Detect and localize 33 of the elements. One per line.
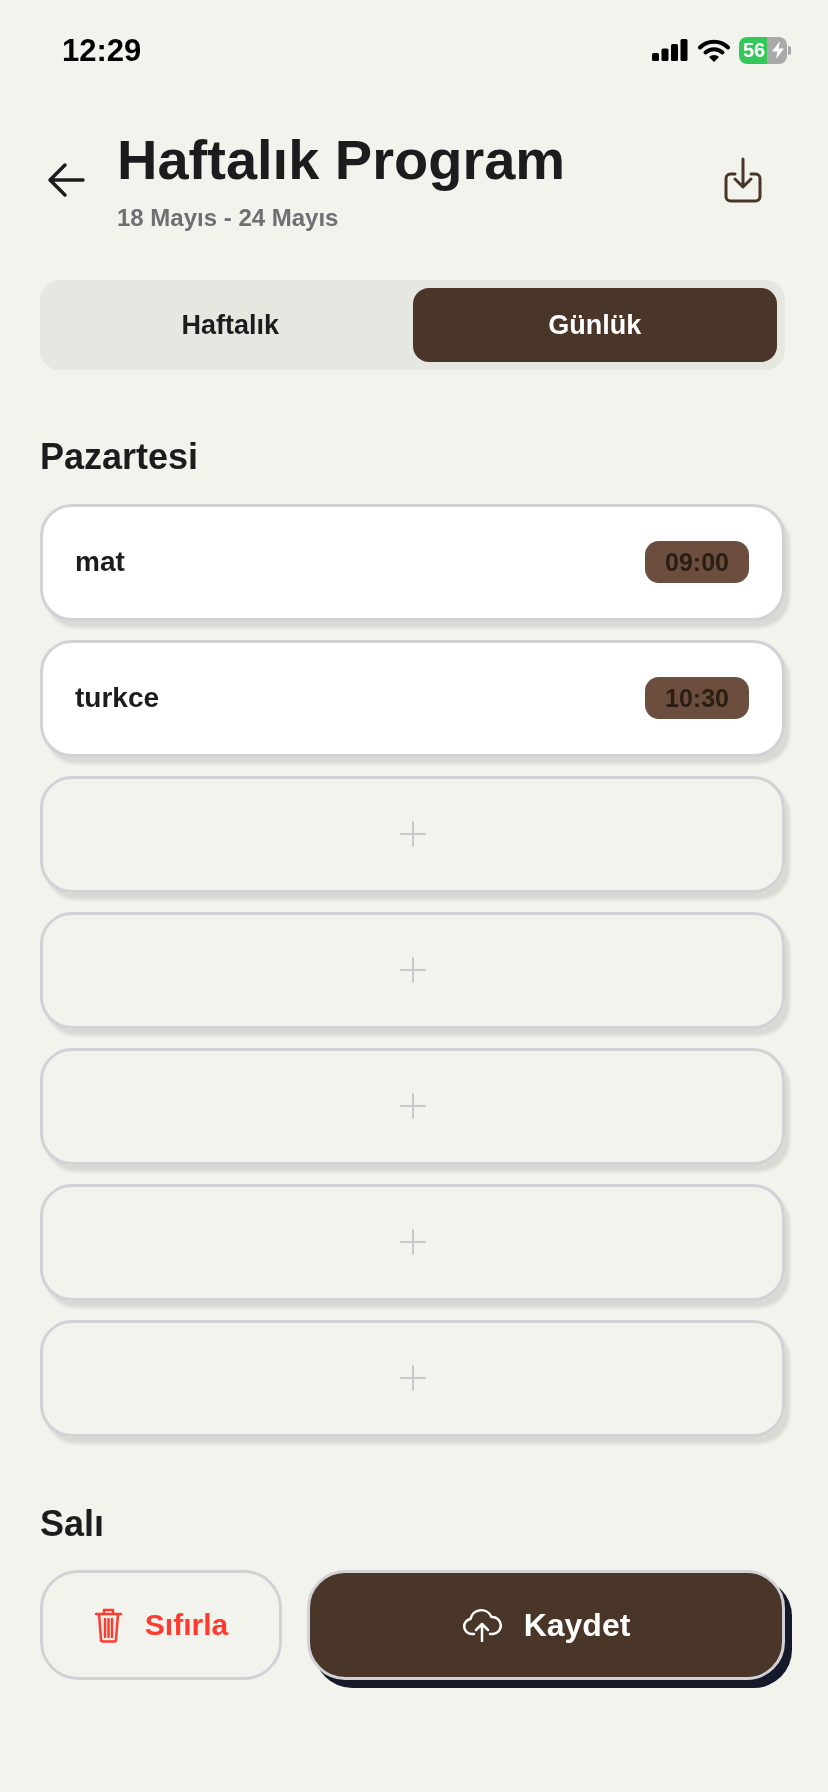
back-button[interactable]	[47, 162, 85, 198]
download-icon	[724, 157, 762, 203]
battery-percent: 56	[743, 40, 766, 60]
lesson-time: 10:30	[645, 677, 749, 720]
add-slot-button[interactable]	[40, 1047, 785, 1165]
day-heading: Pazartesi	[40, 435, 200, 479]
plus-icon	[399, 957, 426, 984]
status-time: 12:29	[62, 34, 142, 66]
plus-icon	[399, 1365, 426, 1392]
add-slot-button[interactable]	[40, 775, 785, 893]
back-arrow-icon	[47, 162, 85, 198]
download-button[interactable]	[724, 157, 762, 203]
plus-icon	[399, 1093, 426, 1120]
add-slot-button[interactable]	[40, 911, 785, 1029]
add-slot-button[interactable]	[40, 1319, 785, 1437]
lesson-title: mat	[75, 545, 125, 580]
add-slot-button[interactable]	[40, 1183, 785, 1301]
page-title: Haftalık Program	[117, 129, 566, 191]
plus-icon	[399, 1229, 426, 1256]
view-tab[interactable]: Günlük	[412, 288, 777, 363]
lesson-title: turkce	[75, 681, 160, 716]
lesson-time: 09:00	[645, 541, 749, 584]
date-range: 18 Mayıs - 24 Mayıs	[117, 203, 340, 233]
cloud-upload-icon	[461, 1607, 502, 1642]
plus-icon	[399, 821, 426, 848]
wifi-icon	[698, 38, 730, 62]
view-tab[interactable]: Haftalık	[48, 288, 413, 363]
lesson-card[interactable]: mat 09:00	[40, 503, 785, 621]
signal-icon	[652, 39, 688, 61]
day-heading: Salı	[40, 1501, 106, 1545]
lesson-card[interactable]: turkce 10:30	[40, 639, 785, 757]
bolt-icon	[772, 41, 784, 59]
trash-icon	[93, 1606, 123, 1643]
